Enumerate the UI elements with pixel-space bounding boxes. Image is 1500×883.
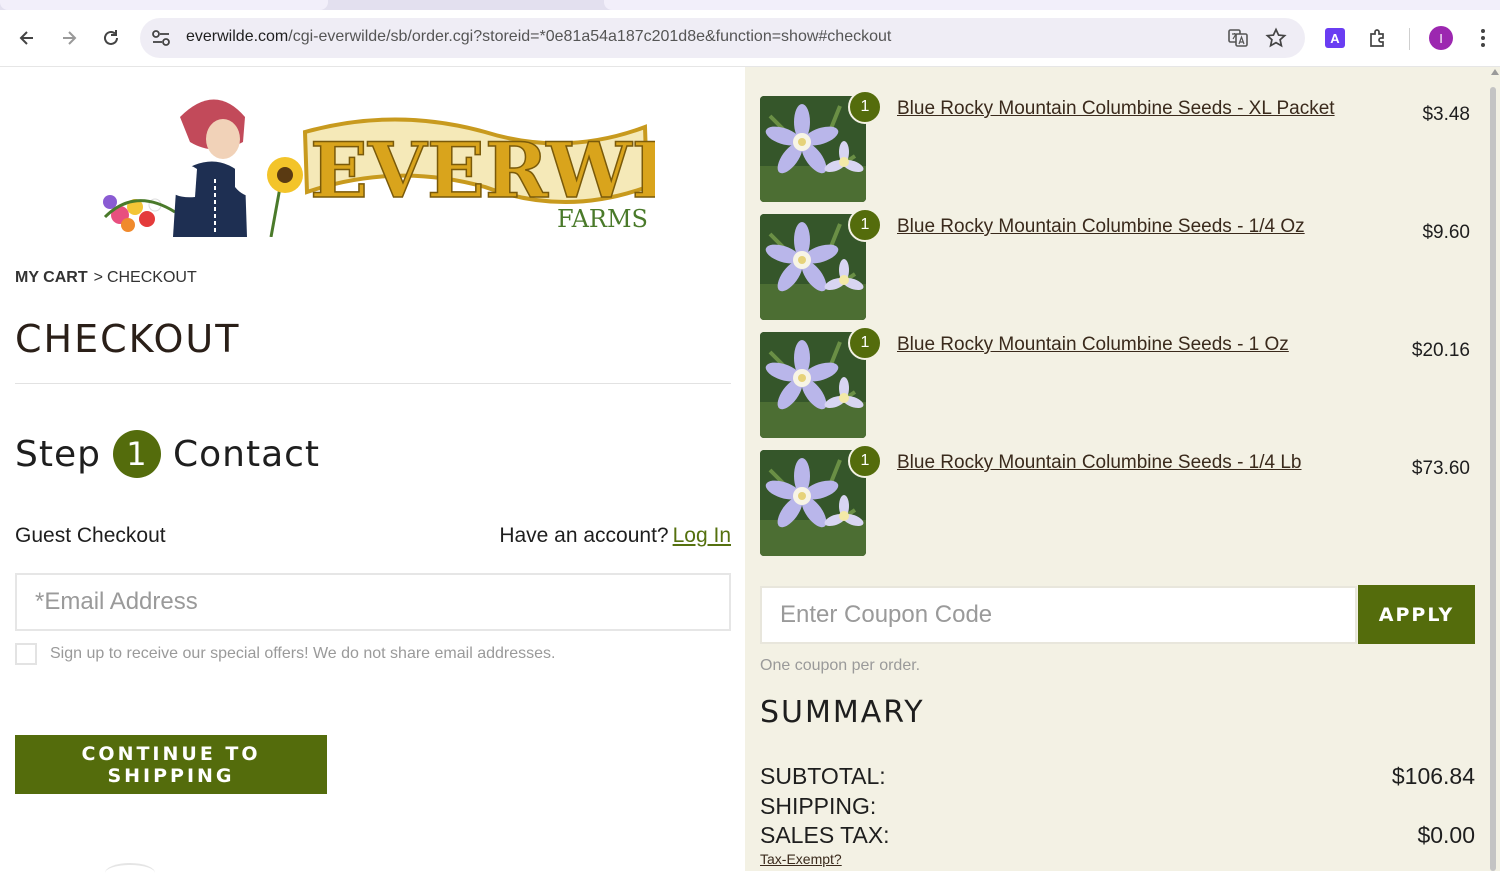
account-prompt-text: Have an account? xyxy=(499,524,669,547)
summary-title: SUMMARY xyxy=(760,695,925,730)
extensions-menu-button[interactable] xyxy=(1366,26,1390,50)
order-summary-panel: 1 Blue Rocky Mountain Columbine Seeds - X… xyxy=(745,67,1500,871)
url-path: /cgi-everwilde/sb/order.cgi?storeid=*0e8… xyxy=(288,28,892,45)
avatar: I xyxy=(1429,26,1453,50)
login-link[interactable]: Log In xyxy=(673,524,731,547)
cart-item: 1 Blue Rocky Mountain Columbine Seeds - 1… xyxy=(760,326,1495,442)
checkout-form-panel: EVERWILDE FARMS MY CART>CHECKOUT CHECKOU… xyxy=(0,67,745,871)
item-price: $9.60 xyxy=(1422,222,1470,243)
everwilde-logo[interactable]: EVERWILDE FARMS xyxy=(95,87,655,237)
product-name-link[interactable]: Blue Rocky Mountain Columbine Seeds - 1 … xyxy=(897,334,1289,356)
sales-tax-value: $0.00 xyxy=(1417,822,1475,848)
reload-button[interactable] xyxy=(97,24,125,52)
browser-toolbar: everwilde.com/cgi-everwilde/sb/order.cgi… xyxy=(0,10,1500,67)
subtotal-label: SUBTOTAL: xyxy=(760,763,886,789)
shipping-label: SHIPPING: xyxy=(760,793,877,819)
email-field[interactable] xyxy=(15,573,731,631)
continue-to-shipping-button[interactable]: CONTINUE TO SHIPPING xyxy=(15,735,327,794)
cart-item: 1 Blue Rocky Mountain Columbine Seeds - X… xyxy=(760,90,1495,206)
url-host: everwilde.com xyxy=(186,28,289,45)
title-divider xyxy=(15,383,731,384)
quantity-badge: 1 xyxy=(848,208,882,242)
shipping-row: SHIPPING: xyxy=(760,793,1475,820)
step-prefix: Step xyxy=(15,433,101,475)
step-heading: Step 1 Contact xyxy=(15,429,320,479)
site-settings-icon[interactable] xyxy=(150,28,172,48)
offers-checkbox[interactable] xyxy=(15,643,37,665)
apply-coupon-button[interactable]: APPLY xyxy=(1358,585,1475,644)
subtotal-value: $106.84 xyxy=(1391,763,1475,789)
quantity-badge: 1 xyxy=(848,326,882,360)
cart-item: 1 Blue Rocky Mountain Columbine Seeds - 1… xyxy=(760,444,1495,560)
browser-tab[interactable] xyxy=(0,0,328,10)
account-prompt: Have an account? Log In xyxy=(499,524,731,548)
tax-exempt-link[interactable]: Tax-Exempt? xyxy=(760,851,842,867)
scrollbar-thumb[interactable] xyxy=(1490,87,1496,871)
tab-strip xyxy=(0,0,1500,10)
arrow-left-icon xyxy=(19,31,33,45)
breadcrumb-current: CHECKOUT xyxy=(106,269,197,286)
logo-sub-text: FARMS xyxy=(557,205,648,233)
quantity-badge: 1 xyxy=(848,444,882,478)
item-price: $73.60 xyxy=(1411,458,1470,479)
breadcrumb-separator: > xyxy=(93,269,103,286)
browser-menu-button[interactable] xyxy=(1471,26,1495,50)
translate-icon[interactable] xyxy=(1227,27,1249,49)
profile-button[interactable]: I xyxy=(1429,26,1453,50)
step-label: Contact xyxy=(172,433,321,475)
quantity-badge: 1 xyxy=(848,90,882,124)
page-content: EVERWILDE FARMS MY CART>CHECKOUT CHECKOU… xyxy=(0,67,1500,871)
breadcrumb-cart-link[interactable]: MY CART xyxy=(15,269,88,286)
back-button[interactable] xyxy=(13,24,41,52)
breadcrumb: MY CART > CHECKOUT xyxy=(15,269,197,287)
subtotal-row: SUBTOTAL: $106.84 xyxy=(760,763,1475,790)
forward-button[interactable] xyxy=(55,24,83,52)
offers-optin-label: Sign up to receive our special offers! W… xyxy=(50,645,556,662)
browser-tab[interactable] xyxy=(604,0,1500,10)
arrow-right-icon xyxy=(63,31,77,45)
puzzle-icon xyxy=(1370,29,1384,47)
product-name-link[interactable]: Blue Rocky Mountain Columbine Seeds - 1/… xyxy=(897,216,1305,238)
step-number-badge: 1 xyxy=(112,430,161,478)
extension-button[interactable]: A xyxy=(1323,26,1347,50)
reload-icon xyxy=(104,30,118,45)
extension-a-icon: A xyxy=(1325,28,1345,48)
toolbar-divider xyxy=(1409,28,1410,50)
cart-item: 1 Blue Rocky Mountain Columbine Seeds - 1… xyxy=(760,208,1495,324)
product-name-link[interactable]: Blue Rocky Mountain Columbine Seeds - 1/… xyxy=(897,452,1302,474)
item-price: $3.48 xyxy=(1422,104,1470,125)
sales-tax-row: SALES TAX: $0.00 xyxy=(760,822,1475,849)
coupon-code-input[interactable] xyxy=(760,586,1357,644)
page-title: CHECKOUT xyxy=(15,317,241,361)
scroll-up-arrow-icon[interactable] xyxy=(1491,69,1499,75)
address-bar[interactable]: everwilde.com/cgi-everwilde/sb/order.cgi… xyxy=(140,18,1305,58)
logo-brand-text: EVERWILDE xyxy=(310,126,655,215)
item-price: $20.16 xyxy=(1411,340,1470,361)
more-vertical-icon xyxy=(1481,29,1485,47)
url-text[interactable]: everwilde.com/cgi-everwilde/sb/order.cgi… xyxy=(186,28,891,46)
sales-tax-label: SALES TAX: xyxy=(760,822,890,848)
star-bookmark-icon[interactable] xyxy=(1265,27,1287,49)
offers-optin: Sign up to receive our special offers! W… xyxy=(15,643,555,665)
guest-checkout-label: Guest Checkout xyxy=(15,524,166,547)
product-name-link[interactable]: Blue Rocky Mountain Columbine Seeds - XL… xyxy=(897,98,1335,120)
coupon-note: One coupon per order. xyxy=(760,657,921,674)
partial-element xyxy=(105,863,155,883)
page-scrollbar[interactable] xyxy=(1490,67,1500,871)
